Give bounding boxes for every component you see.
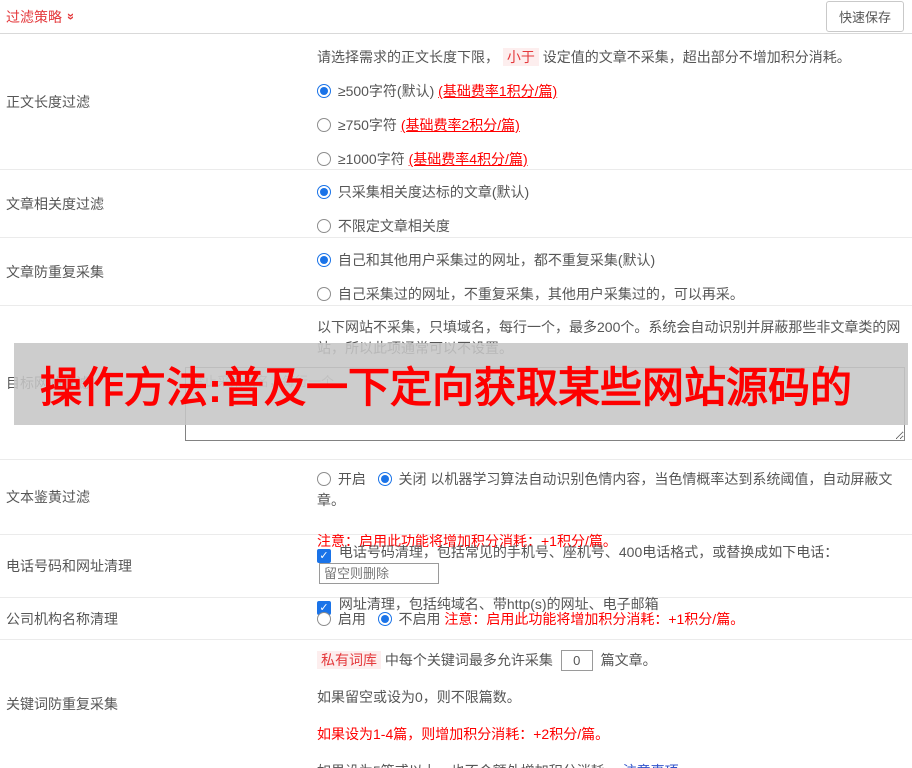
keyword-limit-line: 私有词库 中每个关键词最多允许采集 篇文章。 (317, 650, 906, 671)
row-label: 正文长度过滤 (6, 93, 90, 110)
row-content: 启用 不启用 注意：启用此功能将增加积分消耗：+1积分/篇。 (317, 598, 912, 639)
row-label: 文本鉴黄过滤 (6, 489, 90, 505)
radio-icon[interactable] (317, 185, 331, 199)
keyword-note-cost: 如果设为1-4篇，则增加积分消耗：+2积分/篇。 (317, 726, 610, 742)
radio-icon[interactable] (317, 84, 331, 98)
private-lexicon-tag: 私有词库 (317, 651, 381, 669)
section-title-toggle[interactable]: 过滤策略 « (6, 7, 78, 27)
checkbox-phone-clean[interactable]: 电话号码清理，包括常见的手机号、座机号、400电话格式，或替换成如下电话： (317, 542, 906, 584)
row-content: 开启 关闭 以机器学习算法自动识别色情内容，当色情概率达到系统阈值，自动屏蔽文章… (317, 460, 912, 549)
base-rate-link[interactable]: (基础费率4积分/篇) (409, 151, 528, 167)
radio-option-750[interactable]: ≥750字符 (基础费率2积分/篇) (317, 115, 906, 136)
header-bar: 过滤策略 « 快速保存 (0, 0, 912, 34)
base-rate-link[interactable]: (基础费率1积分/篇) (438, 83, 557, 99)
row-keyword-dedup: 关键词防重复采集 私有词库 中每个关键词最多允许采集 篇文章。 如果留空或设为0… (0, 640, 912, 768)
radio-option-500[interactable]: ≥500字符(默认) (基础费率1积分/篇) (317, 81, 906, 102)
checkbox-icon[interactable] (317, 549, 331, 563)
radio-icon[interactable] (317, 118, 331, 132)
radio-option-porn-off[interactable]: 关闭 (377, 471, 431, 487)
row-label: 文章相关度过滤 (6, 195, 104, 212)
notes-link[interactable]: 注意事项 (623, 763, 679, 768)
radio-option-relevance-on[interactable]: 只采集相关度达标的文章(默认) (317, 182, 906, 203)
overlay-banner: 操作方法:普及一下定向获取某些网站源码的 (14, 343, 908, 425)
radio-icon[interactable] (317, 612, 331, 626)
row-content-length-filter: 正文长度过滤 请选择需求的正文长度下限， 小于 设定值的文章不采集，超出部分不增… (0, 34, 912, 170)
keyword-note-five: 如果设为5篇或以上，也不会额外增加积分消耗。 注意事项« (317, 761, 906, 768)
quick-save-button[interactable]: 快速保存 (825, 1, 904, 32)
row-content: 自己和其他用户采集过的网址，都不重复采集(默认) 自己采集过的网址，不重复采集，… (317, 238, 912, 305)
row-label: 电话号码和网址清理 (6, 558, 132, 574)
radio-option-company-on[interactable]: 启用 (317, 611, 370, 627)
row-company-name-clean: 公司机构名称清理 启用 不启用 注意：启用此功能将增加积分消耗：+1积分/篇。 (0, 598, 912, 640)
radio-option-dedup-all[interactable]: 自己和其他用户采集过的网址，都不重复采集(默认) (317, 250, 906, 271)
radio-option-1000[interactable]: ≥1000字符 (基础费率4积分/篇) (317, 149, 906, 170)
row-content: 请选择需求的正文长度下限， 小于 设定值的文章不采集，超出部分不增加积分消耗。 … (317, 34, 912, 169)
row-dedup-collect: 文章防重复采集 自己和其他用户采集过的网址，都不重复采集(默认) 自己采集过的网… (0, 238, 912, 306)
row-content: 私有词库 中每个关键词最多允许采集 篇文章。 如果留空或设为0，则不限篇数。 如… (317, 640, 912, 768)
row-label: 公司机构名称清理 (6, 610, 118, 627)
replacement-phone-input[interactable] (319, 563, 439, 584)
keyword-limit-input[interactable] (560, 650, 593, 671)
row-relevance-filter: 文章相关度过滤 只采集相关度达标的文章(默认) 不限定文章相关度 (0, 170, 912, 238)
overlay-banner-text: 操作方法:普及一下定向获取某些网站源码的 (40, 363, 852, 411)
radio-icon[interactable] (317, 287, 331, 301)
radio-option-relevance-off[interactable]: 不限定文章相关度 (317, 216, 906, 237)
radio-icon[interactable] (317, 152, 331, 166)
page-title: 过滤策略 (6, 8, 62, 25)
row-label: 关键词防重复采集 (6, 696, 118, 712)
base-rate-link[interactable]: (基础费率2积分/篇) (401, 117, 520, 133)
row-porn-filter: 文本鉴黄过滤 开启 关闭 以机器学习算法自动识别色情内容，当色情概率达到系统阈值… (0, 460, 912, 549)
radio-icon[interactable] (317, 219, 331, 233)
company-clean-note: 注意：启用此功能将增加积分消耗：+1积分/篇。 (444, 611, 745, 627)
filter-settings-page: 过滤策略 « 快速保存 正文长度过滤 请选择需求的正文长度下限， 小于 设定值的… (0, 0, 912, 768)
radio-icon[interactable] (317, 253, 331, 267)
row-label: 文章防重复采集 (6, 263, 104, 280)
radio-icon[interactable] (377, 612, 392, 626)
radio-option-porn-on[interactable]: 开启 (317, 471, 370, 487)
radio-option-dedup-self[interactable]: 自己采集过的网址，不重复采集，其他用户采集过的，可以再采。 (317, 284, 906, 305)
double-chevron-down-icon: « (62, 12, 78, 21)
radio-icon[interactable] (317, 472, 331, 486)
keyword-note-zero: 如果留空或设为0，则不限篇数。 (317, 689, 521, 705)
content-length-intro: 请选择需求的正文长度下限， 小于 设定值的文章不采集，超出部分不增加积分消耗。 (317, 48, 851, 66)
row-content: 电话号码清理，包括常见的手机号、座机号、400电话格式，或替换成如下电话： 网址… (317, 535, 912, 615)
row-content: 只采集相关度达标的文章(默认) 不限定文章相关度 (317, 170, 912, 237)
less-than-tag: 小于 (502, 48, 539, 66)
radio-option-company-off[interactable]: 不启用 (377, 611, 445, 627)
radio-icon[interactable] (377, 472, 392, 486)
row-phone-url-clean: 电话号码和网址清理 电话号码清理，包括常见的手机号、座机号、400电话格式，或替… (0, 535, 912, 615)
